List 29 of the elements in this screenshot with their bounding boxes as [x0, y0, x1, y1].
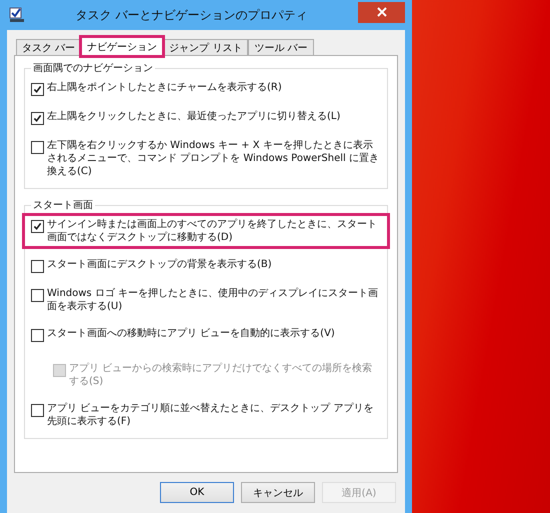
- option-label: サインイン時または画面上のすべてのアプリを終了したときに、スタート画面ではなくデスクトップに移動する(D): [47, 218, 378, 244]
- checkbox[interactable]: [31, 141, 44, 154]
- checkbox[interactable]: [31, 289, 44, 302]
- tab[interactable]: ツール バー: [248, 39, 314, 55]
- checkbox[interactable]: [31, 404, 44, 417]
- group-title: スタート画面: [31, 198, 95, 212]
- dialog-button[interactable]: OK: [160, 482, 234, 503]
- option-label: アプリ ビューをカテゴリ順に並べ替えたときに、デスクトップ アプリを先頭に表示する(F): [47, 402, 374, 428]
- option-label: 右上隅をポイントしたときにチャームを表示する(R): [47, 81, 282, 94]
- option-label: スタート画面への移動時にアプリ ビューを自動的に表示する(V): [47, 327, 335, 340]
- group-title: 画面隅でのナビゲーション: [31, 61, 155, 75]
- checkbox[interactable]: [31, 220, 44, 233]
- close-icon: [376, 7, 386, 17]
- option-label: スタート画面にデスクトップの背景を表示する(B): [47, 258, 272, 271]
- checkbox[interactable]: [31, 112, 44, 125]
- option-label: Windows ロゴ キーを押したときに、使用中のディスプレイにスタート画面を表示する(U): [47, 287, 379, 313]
- checkbox[interactable]: [31, 260, 44, 273]
- option-label: アプリ ビューからの検索時にアプリだけでなくすべての場所を検索する(S): [69, 362, 374, 388]
- option-label: 左上隅をクリックしたときに、最近使ったアプリに切り替える(L): [47, 110, 340, 123]
- close-button[interactable]: [358, 2, 405, 22]
- option-label: 左下隅を右クリックするか Windows キー + X キーを押したときに表示されるメニューで、コマンド プロンプトを Windows PowerShell に置き換える(C): [47, 139, 380, 178]
- checkbox[interactable]: [31, 83, 44, 96]
- window-title: タスク バーとナビゲーションのプロパティ: [74, 6, 308, 24]
- tab[interactable]: タスク バー: [16, 39, 82, 55]
- app-icon: [9, 7, 25, 23]
- dialog-button[interactable]: キャンセル: [241, 482, 315, 503]
- tab[interactable]: ナビゲーション: [81, 37, 164, 56]
- tab[interactable]: ジャンプ リスト: [163, 39, 248, 55]
- checkbox[interactable]: [31, 329, 44, 342]
